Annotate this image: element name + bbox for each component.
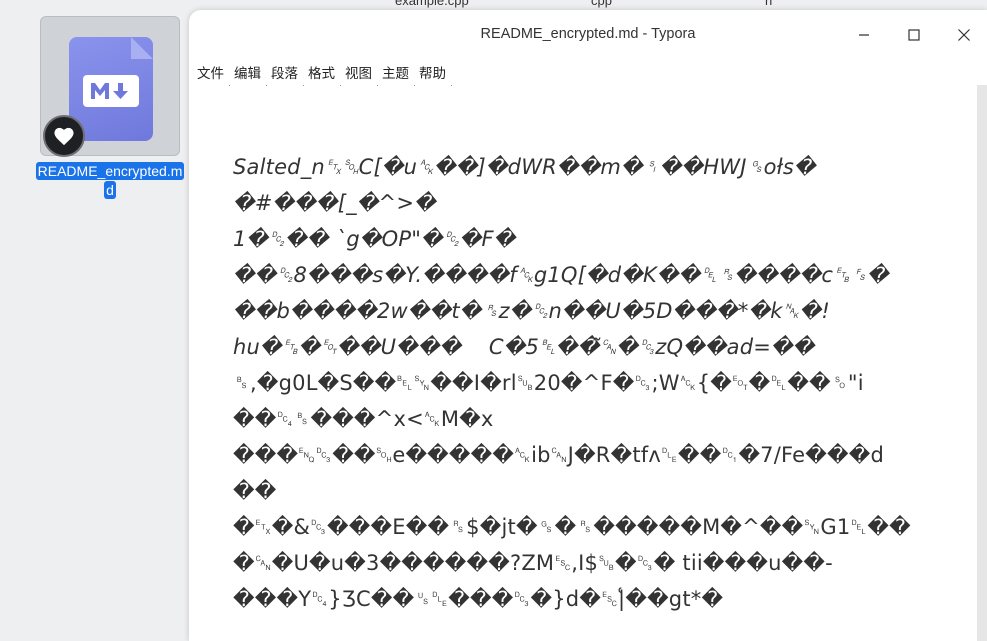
minimize-icon	[859, 34, 869, 36]
file-name-label[interactable]: README_encrypted.md	[33, 162, 187, 200]
maximize-button[interactable]	[903, 24, 925, 46]
background-tab-cpp[interactable]: cpp	[591, 0, 612, 8]
background-tab-h[interactable]: h	[765, 0, 772, 8]
editor-content[interactable]: Salted_n␃␁C[�u␆��]�dWR��m�␏��HWJ␝ołs� �#�…	[233, 149, 973, 617]
editor-line: ��␒8���s�Y.����f␆g1Q[�d�K��␡␞����c␗␜�	[233, 263, 889, 287]
editor-line: ��b����2w��t�␞z�␒n��U�5D���*�k␕�!	[233, 299, 831, 323]
menu-help[interactable]: 帮助	[417, 62, 452, 86]
minimize-button[interactable]	[853, 24, 875, 46]
editor-line: 1�␒�� `g�OP"�␒�F�	[233, 227, 516, 251]
favorite-heart-icon	[43, 115, 85, 157]
editor-line: Salted_n␃␁C[�u␆��]�dWR��m�␏��HWJ␝ołs�	[233, 155, 816, 179]
editor-line: �#���[_�^>�	[233, 191, 436, 215]
close-button[interactable]	[953, 24, 975, 46]
editor-line: hu�␗�␄��U��� C�5␇��̃␘�␓zQ��ad=��	[233, 335, 815, 359]
maximize-icon	[908, 29, 920, 41]
menu-edit[interactable]: 编辑	[232, 62, 267, 86]
menu-theme[interactable]: 主题	[380, 62, 415, 86]
markdown-logo-icon	[83, 75, 139, 107]
desktop-file-icon[interactable]: README_encrypted.md	[35, 16, 185, 200]
background-tab-example-cpp[interactable]: example.cpp	[395, 0, 469, 8]
menu-file[interactable]: 文件	[195, 62, 230, 86]
menu-bar: 文件 编辑 段落 格式 视图 主题 帮助	[195, 62, 454, 86]
editor-line: �␘�U�u�3������?ZM␛,I$␚�␓� tii���u��-	[233, 551, 833, 575]
editor-line: ��␔␈���^x<␆M�x	[233, 407, 494, 431]
file-icon-tile[interactable]	[40, 16, 180, 157]
close-icon	[958, 29, 970, 41]
editor-line: ���␅␓��␁e�����␆ib␘J�R�tfʌ␐��␑�7/Fe���d	[233, 443, 885, 467]
typora-window: README_encrypted.md - Typora 文件 编辑 段落 格式…	[189, 10, 987, 641]
menu-format[interactable]: 格式	[306, 62, 341, 86]
menu-view[interactable]: 视图	[343, 62, 378, 86]
title-bar[interactable]: README_encrypted.md - Typora	[189, 10, 987, 60]
editor-line: ���Y␔}ƷC��␟␐���␓�}d�␛|͑��gt*�	[233, 587, 724, 611]
editor-line: �␃�&␓���E��␞$�jt�␝�␞�����M�^��␖G1␡��	[233, 515, 911, 539]
scrollbar-track[interactable]	[977, 85, 987, 641]
editor-line: ␈,�g0L�S��␇␖��I�rl␚20�^F�␓;W␆{�␄�␡��␎"i	[233, 371, 864, 395]
menu-paragraph[interactable]: 段落	[269, 62, 304, 86]
editor-line: ��	[233, 479, 277, 503]
